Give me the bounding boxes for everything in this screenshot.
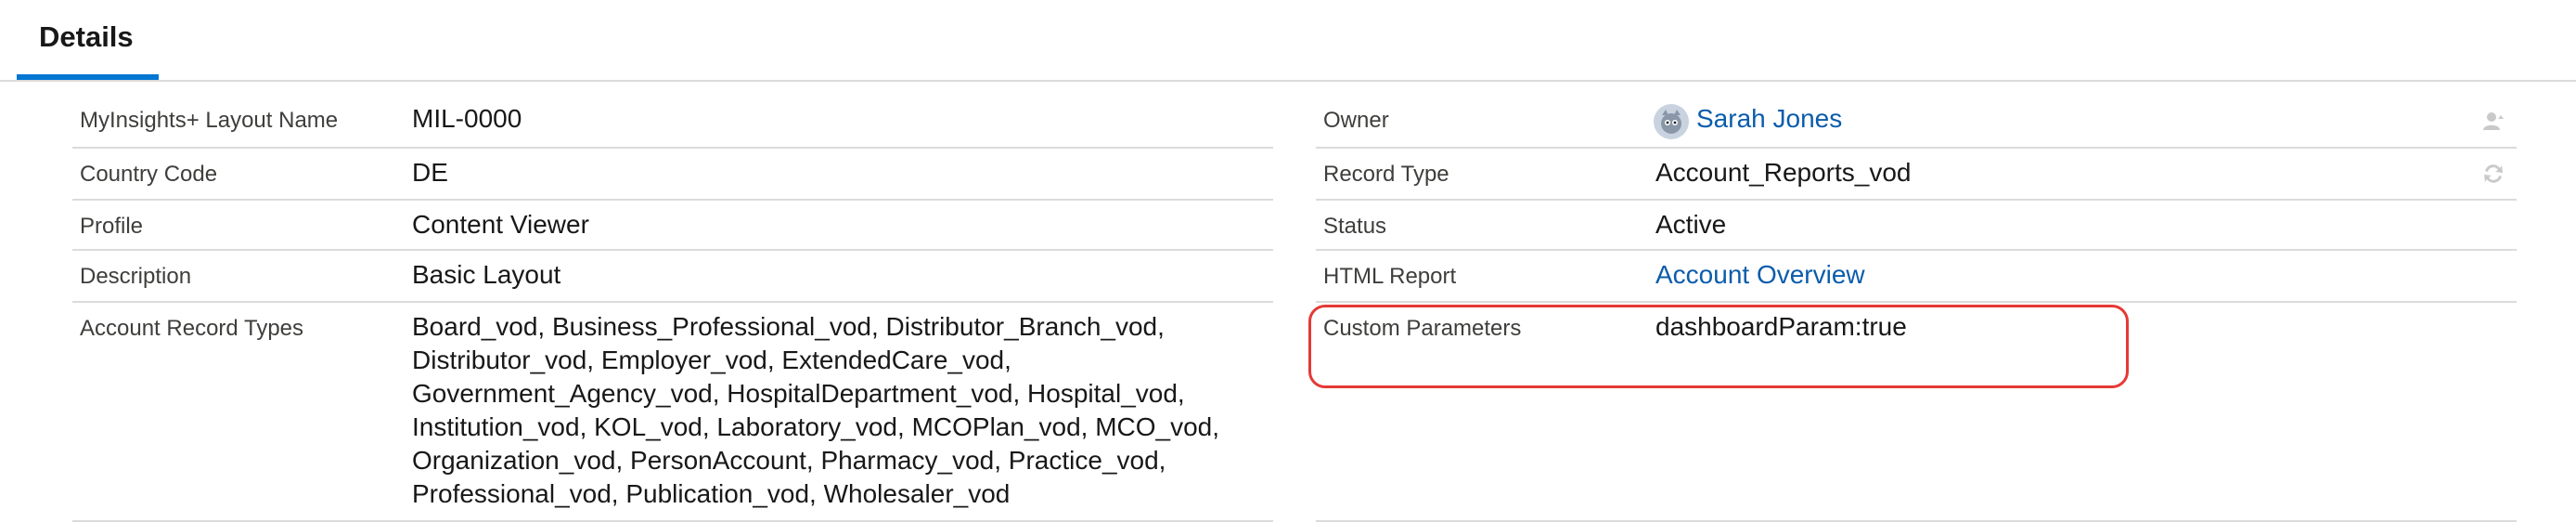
field-value: MIL-0000 xyxy=(412,104,522,133)
field-value: Account_Reports_vod xyxy=(1655,158,1912,187)
field-label: Description xyxy=(80,264,192,289)
field-row-profile: Profile Content Viewer xyxy=(72,201,1273,251)
html-report-link[interactable]: Account Overview xyxy=(1655,258,1865,292)
field-label: HTML Report xyxy=(1323,264,1457,289)
field-row-description: Description Basic Layout xyxy=(72,251,1273,303)
tab-details-label: Details xyxy=(39,20,134,53)
field-label: Status xyxy=(1323,214,1387,239)
tab-details[interactable]: Details xyxy=(17,0,159,80)
change-record-type-icon[interactable] xyxy=(2481,162,2505,190)
highlight-annotation xyxy=(1308,305,2129,388)
field-row-country-code: Country Code DE xyxy=(72,149,1273,201)
field-row-layout-name: MyInsights+ Layout Name MIL-0000 xyxy=(72,95,1273,149)
change-owner-icon[interactable] xyxy=(2481,110,2505,138)
field-label: Record Type xyxy=(1323,162,1449,187)
field-row-record-type: Record Type Account_Reports_vod xyxy=(1316,149,2517,201)
field-value: Content Viewer xyxy=(412,210,589,239)
field-label: Account Record Types xyxy=(80,316,304,341)
field-row-owner: Owner Sarah Jones xyxy=(1316,95,2517,149)
field-label: Owner xyxy=(1323,108,1389,133)
field-row-status: Status Active xyxy=(1316,201,2517,251)
field-value: Basic Layout xyxy=(412,260,561,289)
avatar xyxy=(1654,104,1689,139)
tab-bar: Details xyxy=(0,0,2576,82)
field-label: MyInsights+ Layout Name xyxy=(80,108,339,133)
field-row-account-record-types: Account Record Types Board_vod, Business… xyxy=(72,303,1273,522)
field-value: Board_vod, Business_Professional_vod, Di… xyxy=(412,312,1220,508)
field-row-html-report: HTML Report Account Overview xyxy=(1316,251,2517,303)
field-value: Active xyxy=(1655,210,1727,239)
owner-link[interactable]: Sarah Jones xyxy=(1696,102,1842,136)
field-label: Country Code xyxy=(80,162,218,187)
field-value: DE xyxy=(412,158,448,187)
details-left-column: MyInsights+ Layout Name MIL-0000 Country… xyxy=(72,95,1273,522)
field-label: Profile xyxy=(80,214,144,239)
